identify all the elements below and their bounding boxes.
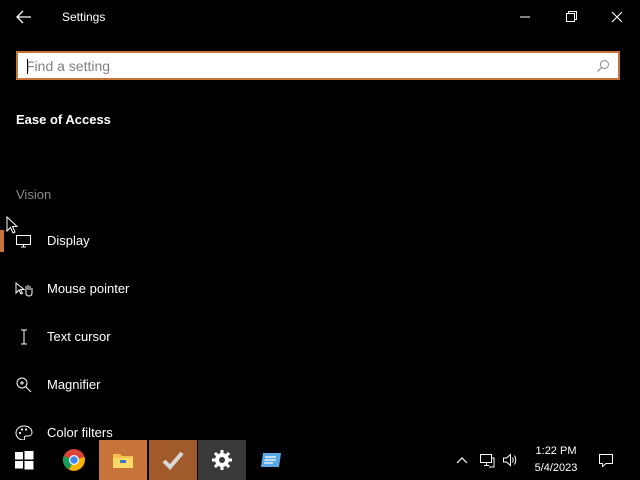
nav-item-label: Magnifier xyxy=(47,377,101,392)
clock[interactable]: 1:22 PM 5/4/2023 xyxy=(528,443,584,477)
back-button[interactable] xyxy=(14,8,34,26)
nav-item-text-cursor[interactable]: Text cursor xyxy=(0,317,640,357)
nav-item-mouse-pointer[interactable]: Mouse pointer xyxy=(0,269,640,309)
group-label-vision: Vision xyxy=(16,187,52,202)
chrome-button[interactable] xyxy=(50,440,98,480)
search-box[interactable] xyxy=(16,51,620,80)
page-title: Ease of Access xyxy=(16,112,111,127)
nav-item-magnifier[interactable]: Magnifier xyxy=(0,365,640,405)
mouse-pointer-icon xyxy=(15,281,33,297)
title-bar: Settings xyxy=(0,0,640,34)
active-indicator xyxy=(0,230,4,252)
close-button[interactable] xyxy=(607,8,627,26)
nav-item-display[interactable]: Display xyxy=(0,221,640,261)
notifications-icon[interactable] xyxy=(598,452,614,468)
taskbar: 1:22 PM 5/4/2023 xyxy=(0,440,640,480)
close-icon xyxy=(611,11,623,23)
window-title: Settings xyxy=(62,10,106,24)
folder-icon xyxy=(113,454,133,468)
search-input[interactable] xyxy=(26,56,586,76)
gear-icon xyxy=(212,450,232,470)
nav-item-label: Text cursor xyxy=(47,329,111,344)
text-caret xyxy=(27,59,28,74)
text-cursor-icon xyxy=(21,329,27,345)
magnifier-icon xyxy=(16,377,32,393)
nav-item-label: Color filters xyxy=(47,425,113,440)
clock-time: 1:22 PM xyxy=(535,445,577,457)
app-button[interactable] xyxy=(247,440,295,480)
settings-button[interactable] xyxy=(198,440,246,480)
checkmark-icon xyxy=(162,451,184,470)
minimize-icon xyxy=(520,16,530,18)
network-icon[interactable] xyxy=(479,452,495,468)
clock-date: 5/4/2023 xyxy=(534,462,578,474)
start-button[interactable] xyxy=(0,440,48,480)
chrome-icon xyxy=(62,449,85,471)
app-window-icon xyxy=(261,453,281,467)
back-arrow-icon xyxy=(16,10,31,24)
search-icon[interactable] xyxy=(596,59,610,73)
chevron-up-icon[interactable] xyxy=(454,452,470,468)
file-explorer-button[interactable] xyxy=(99,440,147,480)
color-filters-icon xyxy=(15,425,33,441)
minimize-button[interactable] xyxy=(515,8,535,26)
restore-icon xyxy=(566,11,577,22)
nav-item-label: Mouse pointer xyxy=(47,281,130,296)
volume-icon[interactable] xyxy=(502,452,518,468)
mouse-cursor-icon xyxy=(6,216,19,234)
tasks-button[interactable] xyxy=(149,440,197,480)
nav-item-label: Display xyxy=(47,233,90,248)
maximize-button[interactable] xyxy=(561,8,581,26)
windows-logo-icon xyxy=(15,451,34,470)
